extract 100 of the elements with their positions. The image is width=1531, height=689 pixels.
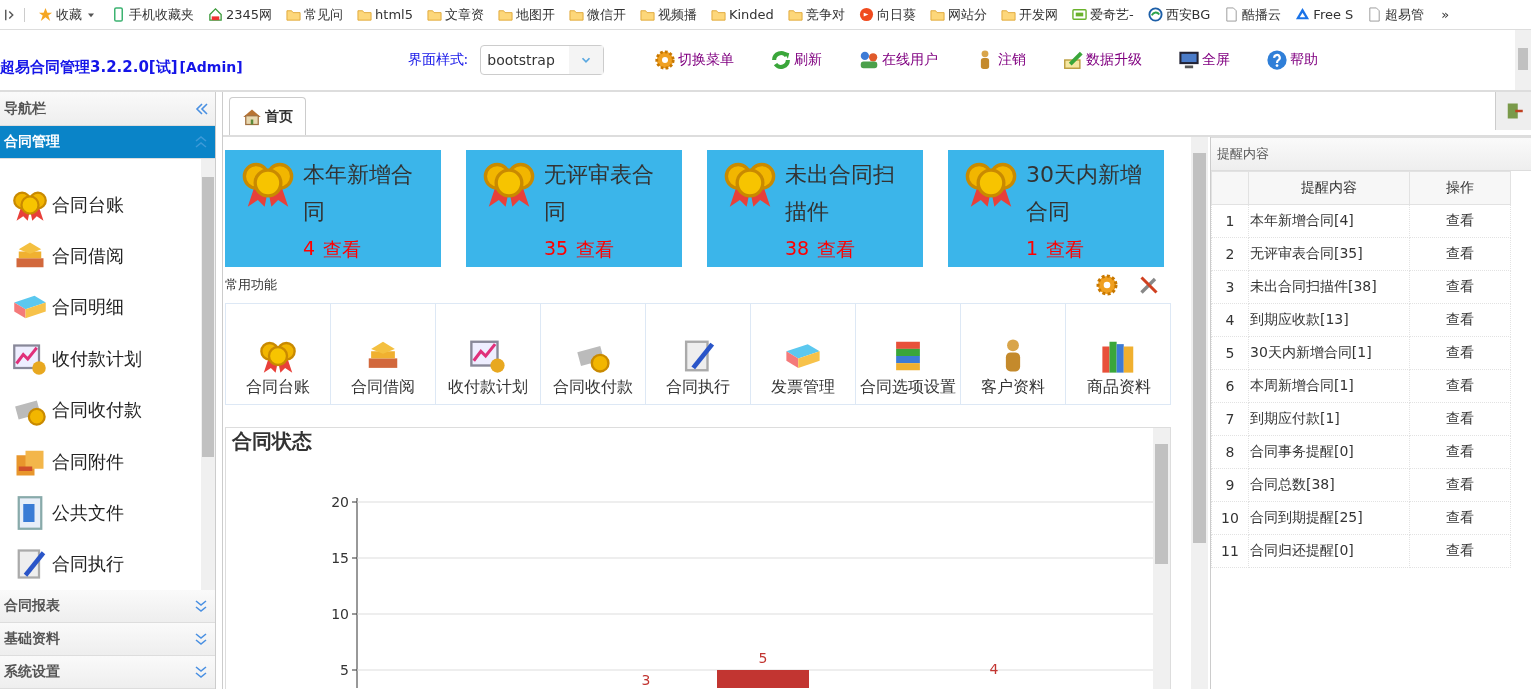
- bookmark[interactable]: 开发网: [993, 5, 1065, 24]
- function-tile[interactable]: 合同台账: [226, 304, 331, 404]
- scrollbar[interactable]: [1191, 137, 1208, 689]
- bookmark[interactable]: 文章资: [420, 5, 491, 24]
- table-cell: 合同事务提醒[0]: [1248, 435, 1410, 469]
- row-number: 1: [1211, 204, 1249, 238]
- user-name: [Admin]: [179, 59, 243, 75]
- play-logo-icon: [858, 7, 874, 22]
- toolbar-button[interactable]: 全屏: [1178, 49, 1231, 71]
- folder-icon: [286, 7, 302, 22]
- bookmark[interactable]: Free S: [1288, 7, 1361, 22]
- bookmark[interactable]: 手机收藏夹: [104, 5, 201, 24]
- bookmark[interactable]: 向日葵: [851, 5, 923, 24]
- stat-count: 38: [785, 237, 810, 261]
- scrollbar[interactable]: [1153, 428, 1170, 689]
- circle-logo-icon: [1147, 7, 1163, 22]
- nav-item[interactable]: 合同附件: [0, 435, 201, 488]
- bookmark[interactable]: 超易管: [1360, 5, 1432, 24]
- table-cell: 无评审表合同[35]: [1248, 237, 1410, 271]
- view-link[interactable]: 查看: [1409, 501, 1511, 535]
- gear-icon: [654, 49, 677, 71]
- view-link[interactable]: 查看: [1409, 270, 1511, 304]
- toolbar-button[interactable]: 数据升级: [1062, 49, 1143, 71]
- collapse-sidebar-button[interactable]: [193, 100, 209, 117]
- bar-value-label: 3: [641, 672, 651, 688]
- view-link[interactable]: 查看: [1409, 303, 1511, 337]
- function-tile[interactable]: 客户资料: [961, 304, 1066, 404]
- folder-icon: [569, 7, 584, 22]
- monitor-icon: [1178, 49, 1201, 71]
- table-cell: 本周新增合同[1]: [1248, 369, 1410, 403]
- view-link[interactable]: 查看: [1409, 336, 1511, 370]
- bookmark[interactable]: 视频播: [633, 5, 704, 24]
- folder-icon: [427, 7, 442, 22]
- gear-icon: [1095, 273, 1119, 297]
- stat-count: 4: [303, 237, 316, 261]
- table-cell: 合同总数[38]: [1248, 468, 1410, 502]
- row-number: 6: [1211, 369, 1249, 403]
- view-link[interactable]: 查看: [1409, 369, 1511, 403]
- nav-item[interactable]: 收付款计划: [0, 333, 201, 385]
- nav-group-header[interactable]: 合同报表: [0, 590, 215, 623]
- triangle-logo-icon: [1295, 7, 1311, 22]
- sidebar-title: 导航栏: [4, 99, 46, 118]
- bookmark[interactable]: 西安BG: [1140, 5, 1218, 24]
- function-tile[interactable]: 合同执行: [646, 304, 751, 404]
- nav-item[interactable]: 公共文件: [0, 487, 201, 539]
- tab[interactable]: 首页: [229, 97, 306, 135]
- bookmark[interactable]: 2345网: [201, 5, 280, 24]
- bookmark[interactable]: 竞争对: [780, 5, 852, 24]
- toolbar-button[interactable]: 注销: [974, 49, 1027, 71]
- function-tile[interactable]: 合同收付款: [541, 304, 646, 404]
- view-link[interactable]: 查看: [1409, 468, 1511, 502]
- settings-button[interactable]: [1095, 273, 1119, 297]
- refresh-icon: [770, 49, 793, 71]
- style-select[interactable]: bootstrap: [480, 45, 605, 75]
- bookmark[interactable]: 常见问: [279, 5, 351, 24]
- nav-item[interactable]: 合同明细: [0, 281, 201, 334]
- folder-icon: [929, 7, 945, 22]
- bookmark[interactable]: 收藏: [31, 5, 104, 24]
- view-link[interactable]: 查看: [1409, 204, 1511, 238]
- nav-group-header[interactable]: 基础资料: [0, 623, 215, 656]
- bookmark[interactable]: 地图开: [491, 5, 562, 24]
- nav-item[interactable]: 合同台账: [0, 179, 201, 231]
- toolbar-button[interactable]: 切换菜单: [654, 49, 735, 71]
- double-chevron-down-icon: [193, 631, 209, 647]
- bookmark[interactable]: 爱奇艺-: [1064, 5, 1141, 24]
- scrollbar[interactable]: [1515, 30, 1531, 90]
- stat-title: 本年新增合同: [303, 161, 414, 226]
- toolbar-button[interactable]: 在线用户: [858, 49, 939, 71]
- bookmark[interactable]: html5: [350, 7, 420, 22]
- view-link[interactable]: 查看: [1409, 402, 1511, 436]
- more-bookmarks-button[interactable]: »: [1441, 7, 1450, 22]
- nav-item[interactable]: 合同收付款: [0, 384, 201, 436]
- table-cell: 合同到期提醒[25]: [1248, 501, 1410, 535]
- nav-item[interactable]: 合同执行: [0, 538, 201, 590]
- nav-group-header[interactable]: 合同管理: [0, 126, 215, 159]
- row-number: 2: [1211, 237, 1249, 271]
- exit-button[interactable]: [1495, 92, 1531, 130]
- bookmark[interactable]: 酷播云: [1217, 5, 1289, 24]
- view-link[interactable]: 查看: [1409, 435, 1511, 469]
- toolbar-button[interactable]: 帮助: [1266, 49, 1319, 71]
- view-link[interactable]: 查看: [1409, 534, 1511, 568]
- nav-group-header[interactable]: 系统设置: [0, 656, 215, 689]
- folder-icon: [640, 7, 655, 22]
- function-tile[interactable]: 发票管理: [751, 304, 856, 404]
- nav-item[interactable]: 合同借阅: [0, 230, 201, 282]
- section-title: 常用功能: [225, 276, 277, 294]
- bookmark[interactable]: 网站分: [922, 5, 994, 24]
- table-cell: 到期应付款[1]: [1248, 402, 1410, 436]
- y-tick-label: 15: [331, 550, 349, 566]
- bookmark[interactable]: Kinded: [704, 7, 781, 22]
- function-tile[interactable]: 商品资料: [1066, 304, 1171, 404]
- scrollbar[interactable]: [201, 159, 215, 590]
- toolbar-button[interactable]: 刷新: [770, 49, 823, 71]
- view-link[interactable]: 查看: [1409, 237, 1511, 271]
- function-tile[interactable]: 收付款计划: [436, 304, 541, 404]
- bookmark[interactable]: 微信开: [562, 5, 633, 24]
- table-cell: 未出合同扫描件[38]: [1248, 270, 1410, 304]
- function-tile[interactable]: 合同选项设置: [856, 304, 961, 404]
- folder-icon: [357, 7, 373, 22]
- function-tile[interactable]: 合同借阅: [331, 304, 436, 404]
